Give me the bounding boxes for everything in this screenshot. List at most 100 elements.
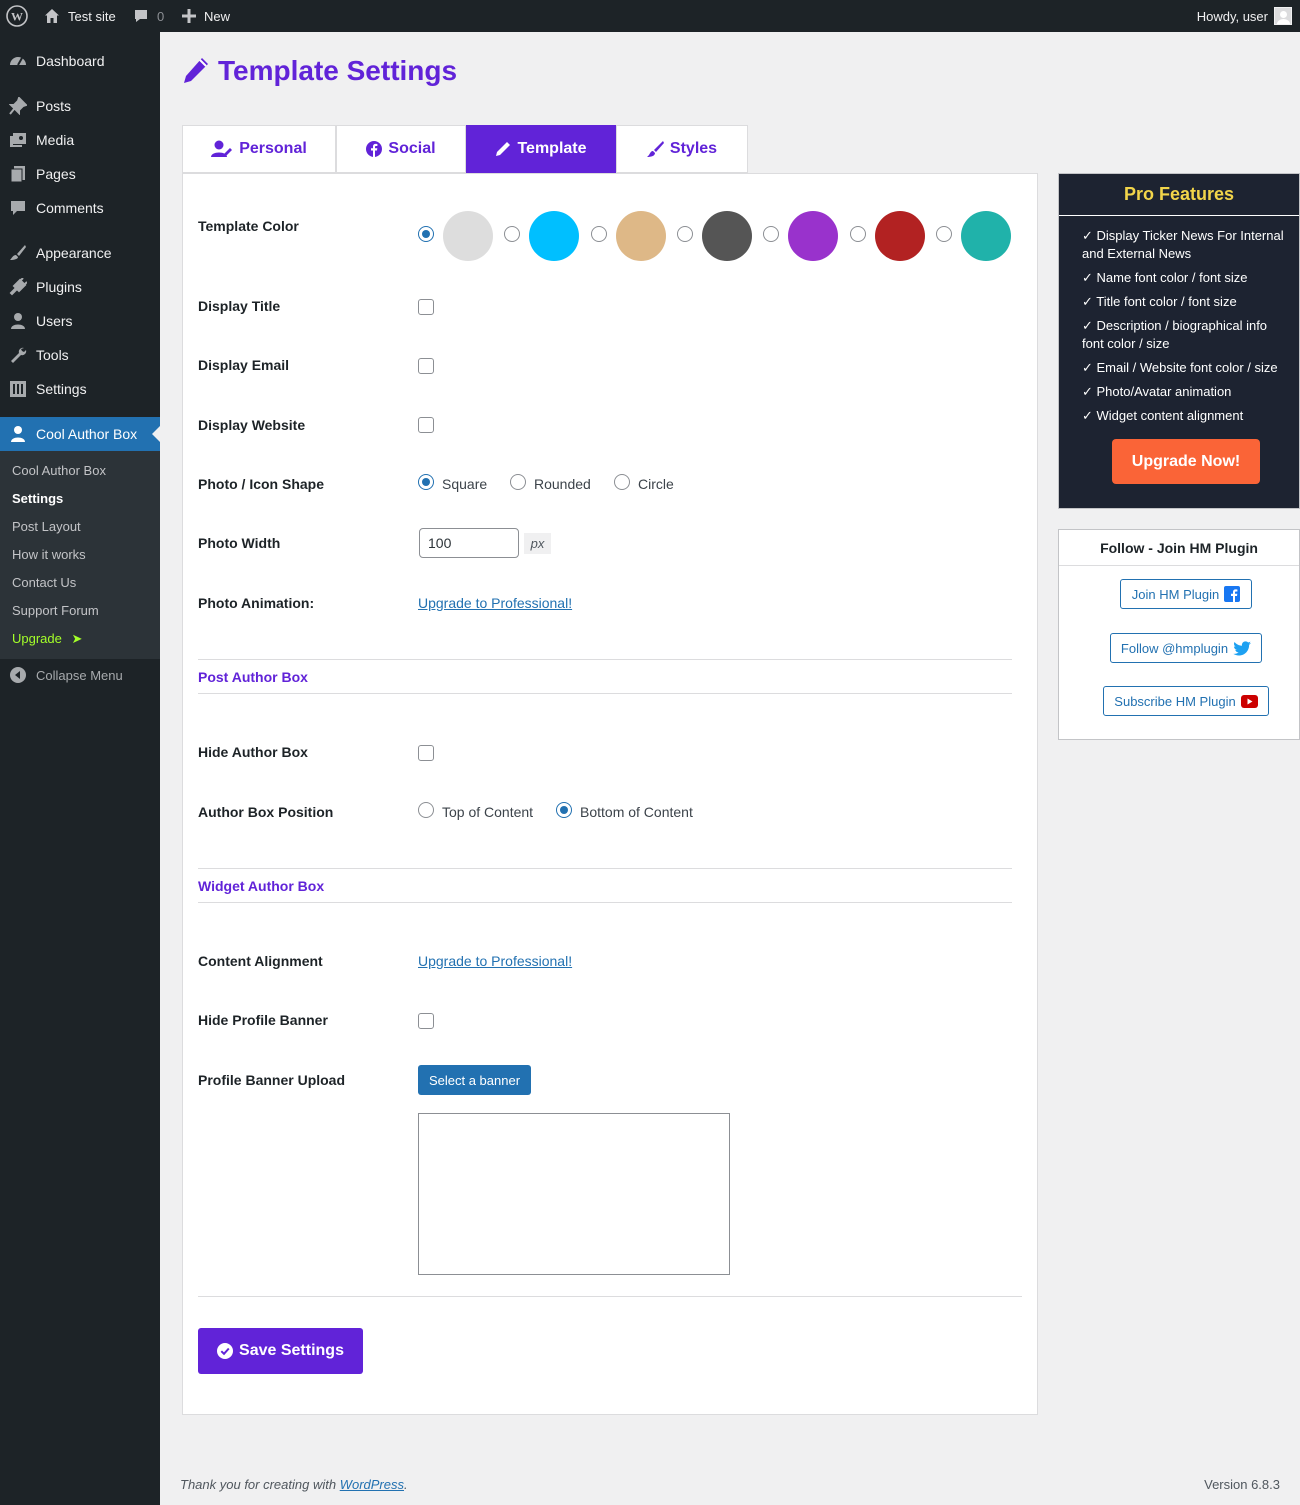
template-color-radio[interactable] [850, 226, 866, 242]
submenu-post-layout[interactable]: Post Layout [12, 519, 81, 534]
wordpress-logo-icon[interactable]: W [6, 0, 28, 32]
display-title-checkbox[interactable] [418, 299, 434, 315]
wordpress-link[interactable]: WordPress [340, 1477, 404, 1492]
user-edit-icon [211, 140, 233, 157]
admin-bar: W Test site 0 New Howdy, user [0, 0, 1300, 32]
template-color-swatch[interactable] [788, 211, 838, 261]
tab-personal[interactable]: Personal [182, 125, 336, 173]
pin-icon [0, 97, 36, 115]
tab-social[interactable]: Social [336, 125, 466, 173]
version-text: Version 6.8.3 [1204, 1477, 1280, 1492]
template-color-swatch[interactable] [616, 211, 666, 261]
menu-users[interactable]: Users [0, 304, 160, 338]
display-website-label: Display Website [198, 417, 306, 433]
submenu-contact-us[interactable]: Contact Us [12, 575, 76, 590]
post-author-box-section: Post Author Box [198, 659, 1012, 694]
save-settings-button[interactable]: Save Settings [198, 1328, 363, 1374]
hide-profile-banner-label: Hide Profile Banner [198, 1012, 328, 1028]
template-color-radio[interactable] [591, 226, 607, 242]
collapse-menu-button[interactable]: Collapse Menu [0, 660, 160, 690]
shape-circle-label: Circle [638, 476, 674, 492]
hide-author-box-checkbox[interactable] [418, 745, 434, 761]
submenu-cool-author-box[interactable]: Cool Author Box [12, 463, 106, 478]
select-banner-button[interactable]: Select a banner [418, 1065, 531, 1095]
submenu-how-it-works[interactable]: How it works [12, 547, 86, 562]
submenu-support-forum[interactable]: Support Forum [12, 603, 99, 618]
template-color-swatch[interactable] [702, 211, 752, 261]
widget-author-box-section: Widget Author Box [198, 868, 1012, 903]
greeting: Howdy, user [1196, 8, 1268, 24]
submenu-upgrade[interactable]: Upgrade ➤ [12, 631, 82, 647]
brush-icon [646, 141, 664, 157]
tab-styles[interactable]: Styles [616, 125, 748, 173]
new-content-link[interactable]: New [182, 0, 230, 32]
follow-box: Follow - Join HM Plugin Join HM Plugin F… [1058, 529, 1300, 740]
facebook-icon [1224, 586, 1241, 602]
display-email-label: Display Email [198, 357, 290, 373]
site-name-link[interactable]: Test site [44, 0, 116, 32]
photo-animation-upgrade-link[interactable]: Upgrade to Professional! [418, 595, 572, 611]
template-color-swatch[interactable] [443, 211, 493, 261]
wrench-icon [0, 346, 36, 364]
template-color-swatch[interactable] [875, 211, 925, 261]
shape-rounded-radio[interactable] [510, 474, 526, 490]
hide-profile-banner-checkbox[interactable] [418, 1013, 434, 1029]
shape-square-radio[interactable] [418, 474, 434, 490]
menu-media[interactable]: Media [0, 123, 160, 157]
content-alignment-label: Content Alignment [198, 953, 323, 969]
submenu-settings[interactable]: Settings [12, 491, 63, 506]
upgrade-now-button[interactable]: Upgrade Now! [1112, 439, 1260, 484]
media-icon [0, 131, 36, 149]
template-color-radio[interactable] [504, 226, 520, 242]
template-color-radio[interactable] [936, 226, 952, 242]
menu-dashboard[interactable]: Dashboard [0, 44, 160, 78]
template-color-radio[interactable] [677, 226, 693, 242]
position-bottom-radio[interactable] [556, 802, 572, 818]
hide-author-box-label: Hide Author Box [198, 744, 308, 760]
page-title: Template Settings [182, 55, 457, 87]
comments-link[interactable]: 0 [133, 0, 164, 32]
photo-width-label: Photo Width [198, 535, 281, 551]
photo-animation-label: Photo Animation: [198, 595, 315, 611]
new-label: New [204, 8, 231, 24]
subscribe-youtube-button[interactable]: Subscribe HM Plugin [1103, 686, 1269, 716]
photo-width-input[interactable] [419, 528, 519, 558]
menu-tools[interactable]: Tools [0, 338, 160, 372]
menu-pages[interactable]: Pages [0, 157, 160, 191]
template-color-radio[interactable] [418, 226, 434, 242]
cool-author-box-submenu: Cool Author Box Settings Post Layout How… [0, 451, 160, 659]
svg-text:W: W [11, 10, 23, 24]
comments-count: 0 [157, 8, 165, 24]
youtube-icon [1240, 694, 1258, 708]
menu-comments[interactable]: Comments [0, 191, 160, 225]
pro-feature-item: ✓ Widget content alignment [1082, 408, 1244, 423]
follow-twitter-button[interactable]: Follow @hmplugin [1110, 633, 1262, 663]
menu-appearance[interactable]: Appearance [0, 236, 160, 270]
position-top-radio[interactable] [418, 802, 434, 818]
home-icon [45, 9, 59, 23]
display-email-checkbox[interactable] [418, 358, 434, 374]
display-title-label: Display Title [198, 298, 281, 314]
display-website-checkbox[interactable] [418, 417, 434, 433]
comment-icon [0, 199, 36, 217]
menu-plugins[interactable]: Plugins [0, 270, 160, 304]
template-color-swatch[interactable] [529, 211, 579, 261]
template-color-swatch[interactable] [961, 211, 1011, 261]
pro-features-title: Pro Features [1059, 174, 1299, 216]
template-color-radio[interactable] [763, 226, 779, 242]
join-facebook-button[interactable]: Join HM Plugin [1120, 579, 1252, 609]
facebook-icon [366, 141, 383, 157]
plugin-icon [0, 278, 36, 296]
footer-thanks: Thank you for creating with WordPress. [180, 1477, 408, 1492]
menu-cool-author-box[interactable]: Cool Author Box [0, 417, 160, 451]
pencil-icon [496, 142, 511, 156]
menu-posts[interactable]: Posts [0, 89, 160, 123]
content-alignment-upgrade-link[interactable]: Upgrade to Professional! [418, 953, 572, 969]
menu-settings[interactable]: Settings [0, 372, 160, 406]
account-menu[interactable]: Howdy, user [1197, 0, 1292, 32]
pro-feature-item: ✓ Display Ticker News For Internal and E… [1082, 228, 1284, 261]
tab-template[interactable]: Template [466, 125, 616, 173]
site-name: Test site [68, 8, 116, 24]
template-color-label: Template Color [198, 218, 299, 234]
shape-circle-radio[interactable] [614, 474, 630, 490]
